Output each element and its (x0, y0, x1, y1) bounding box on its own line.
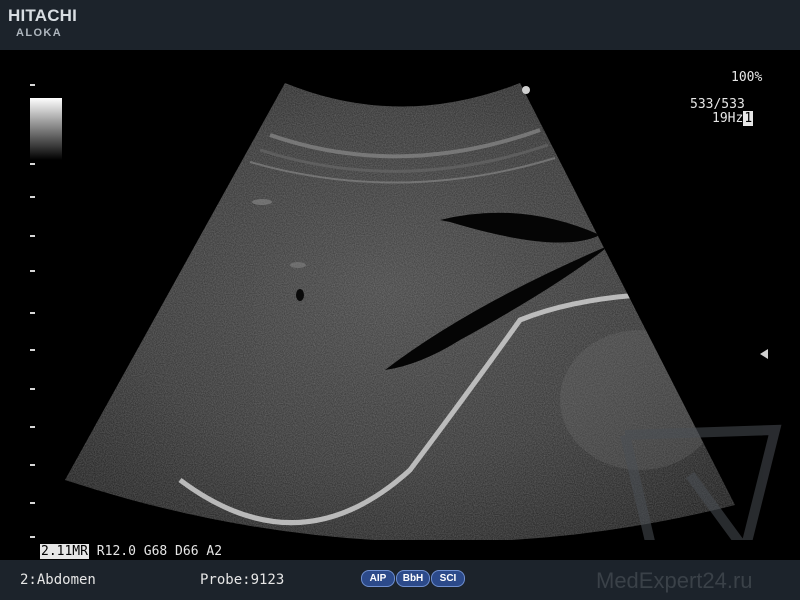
brand-logo: HITACHI (8, 6, 78, 25)
orientation-dot (522, 86, 530, 94)
depth-tick (30, 536, 35, 538)
bbh-button[interactable]: BbH (396, 570, 430, 587)
depth-tick (30, 312, 35, 314)
top-bar: HITACHI ALOKA (0, 0, 800, 50)
depth-tick (30, 235, 35, 237)
ultrasound-image (65, 83, 782, 540)
grayscale-bar (30, 98, 62, 160)
depth-tick (30, 270, 35, 272)
depth-tick (30, 502, 35, 504)
brand-sublogo: ALOKA (16, 27, 63, 39)
preset-label: 2:Abdomen (20, 572, 96, 588)
aip-button[interactable]: AIP (361, 570, 395, 587)
depth-tick (30, 464, 35, 466)
frame-rate-value: 19Hz (712, 111, 744, 126)
depth-tick (30, 196, 35, 198)
depth-tick (30, 426, 35, 428)
mode-indicator: 2.11MR (40, 544, 89, 559)
acquisition-params: 2.11MR R12.0 G68 D66 A2 (40, 544, 222, 559)
watermark-text: MedExpert24.ru (596, 568, 753, 593)
depth-tick (30, 84, 35, 86)
zoom-level: 100% (731, 70, 763, 85)
focus-marker-icon[interactable] (760, 349, 768, 359)
probe-label: Probe:9123 (200, 572, 285, 588)
frame-rate-box: 1 (743, 111, 754, 126)
depth-tick (30, 349, 35, 351)
frame-rate: 19Hz1 (712, 111, 754, 126)
depth-tick (30, 388, 35, 390)
frame-counter: 533/533 (690, 97, 745, 112)
sci-button[interactable]: SCI (431, 570, 465, 587)
depth-tick (30, 163, 35, 165)
params-line: R12.0 G68 D66 A2 (88, 544, 223, 559)
